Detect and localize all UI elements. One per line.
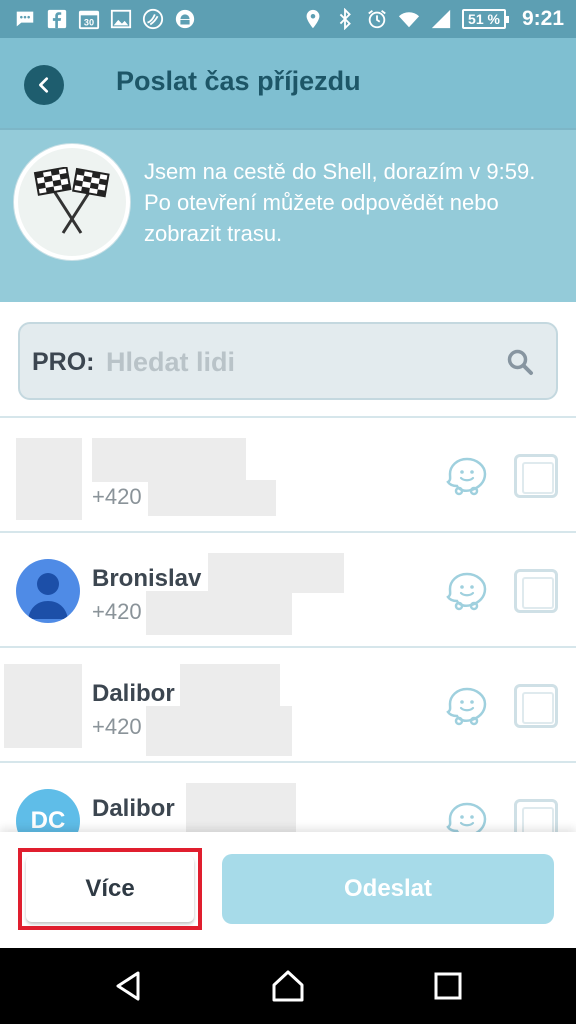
person-icon	[28, 573, 68, 619]
search-icon[interactable]	[506, 348, 534, 376]
contact-row[interactable]: Bronislav +420	[0, 533, 576, 648]
page-title: Poslat čas příjezdu	[116, 66, 361, 96]
contact-phone: +420	[92, 714, 142, 739]
banner-line-2: Po otevření můžete odpovědět nebo zobraz…	[144, 190, 499, 246]
alarm-icon	[366, 8, 388, 30]
waze-icon	[446, 802, 487, 832]
search-label: PRO:	[32, 348, 95, 376]
status-time: 9:21	[521, 7, 564, 30]
calendar-day: 30	[84, 17, 94, 27]
status-bar: 30 51 % 9:21	[0, 0, 576, 38]
action-bar: Více Odeslat	[0, 832, 576, 948]
recipient-search[interactable]: PRO:	[18, 322, 558, 400]
nav-back-button[interactable]	[110, 968, 146, 1004]
banner-message: Jsem na cestě do Shell, dorazím v 9:59. …	[144, 156, 564, 249]
back-arrow-icon	[39, 77, 49, 93]
banner-line-1: Jsem na cestě do Shell, dorazím v 9:59.	[144, 159, 536, 184]
contact-row[interactable]: +420	[0, 418, 576, 533]
checkered-flag-avatar	[14, 144, 130, 260]
contact-list[interactable]: +420 Bronislav +420 Dalibor +420 DC Dali…	[0, 418, 576, 832]
more-button[interactable]: Více	[26, 856, 194, 922]
back-triangle-icon	[116, 971, 140, 1001]
contact-row[interactable]: DC Dalibor	[0, 763, 576, 832]
checkered-flags-icon	[33, 167, 110, 234]
gallery-icon	[110, 8, 132, 30]
calendar-icon: 30	[78, 8, 100, 30]
waze-icon	[446, 572, 487, 611]
location-icon	[302, 8, 324, 30]
waze-status-icon	[142, 8, 164, 30]
contact-checkbox[interactable]	[514, 454, 558, 498]
waze-icon	[446, 457, 487, 496]
waze-icon	[446, 687, 487, 726]
redacted-phone	[146, 591, 292, 635]
contact-row[interactable]: Dalibor +420	[0, 648, 576, 763]
nav-home-button[interactable]	[270, 968, 306, 1004]
app-bar: Poslat čas příjezdu	[0, 38, 576, 128]
bluetooth-icon	[334, 7, 356, 31]
contact-name: Bronislav	[92, 565, 202, 592]
contact-checkbox[interactable]	[514, 799, 558, 832]
facebook-icon	[46, 8, 68, 30]
contact-name: Dalibor	[92, 680, 175, 707]
search-input[interactable]	[106, 340, 486, 384]
message-icon	[14, 8, 36, 30]
contact-name: Dalibor	[92, 795, 175, 822]
redacted-name	[180, 664, 280, 708]
highlight-box: Více	[18, 848, 202, 930]
redacted-name	[186, 783, 296, 832]
contact-checkbox[interactable]	[514, 684, 558, 728]
redacted-name	[92, 438, 246, 482]
avatar: DC	[16, 789, 80, 832]
send-button[interactable]: Odeslat	[222, 854, 554, 924]
back-button[interactable]	[24, 65, 64, 105]
contact-phone: +420	[92, 599, 142, 624]
avatar	[16, 438, 82, 520]
battery-percent: 51 %	[468, 11, 500, 27]
redacted-name	[208, 553, 344, 593]
home-icon	[272, 970, 304, 1002]
navigation-bar	[0, 948, 576, 1024]
android-icon	[174, 8, 196, 30]
wifi-icon	[398, 8, 420, 30]
avatar	[16, 559, 80, 623]
contact-checkbox[interactable]	[514, 569, 558, 613]
avatar-initials: DC	[30, 807, 66, 832]
nav-recents-button[interactable]	[430, 968, 466, 1004]
redacted-phone	[146, 706, 292, 756]
contact-phone: +420	[92, 484, 142, 509]
signal-icon	[430, 8, 452, 30]
eta-message-banner: Jsem na cestě do Shell, dorazím v 9:59. …	[0, 128, 576, 302]
redacted-phone	[148, 480, 276, 516]
battery-icon: 51 %	[462, 9, 509, 29]
avatar	[4, 664, 82, 748]
recents-icon	[434, 972, 462, 1000]
